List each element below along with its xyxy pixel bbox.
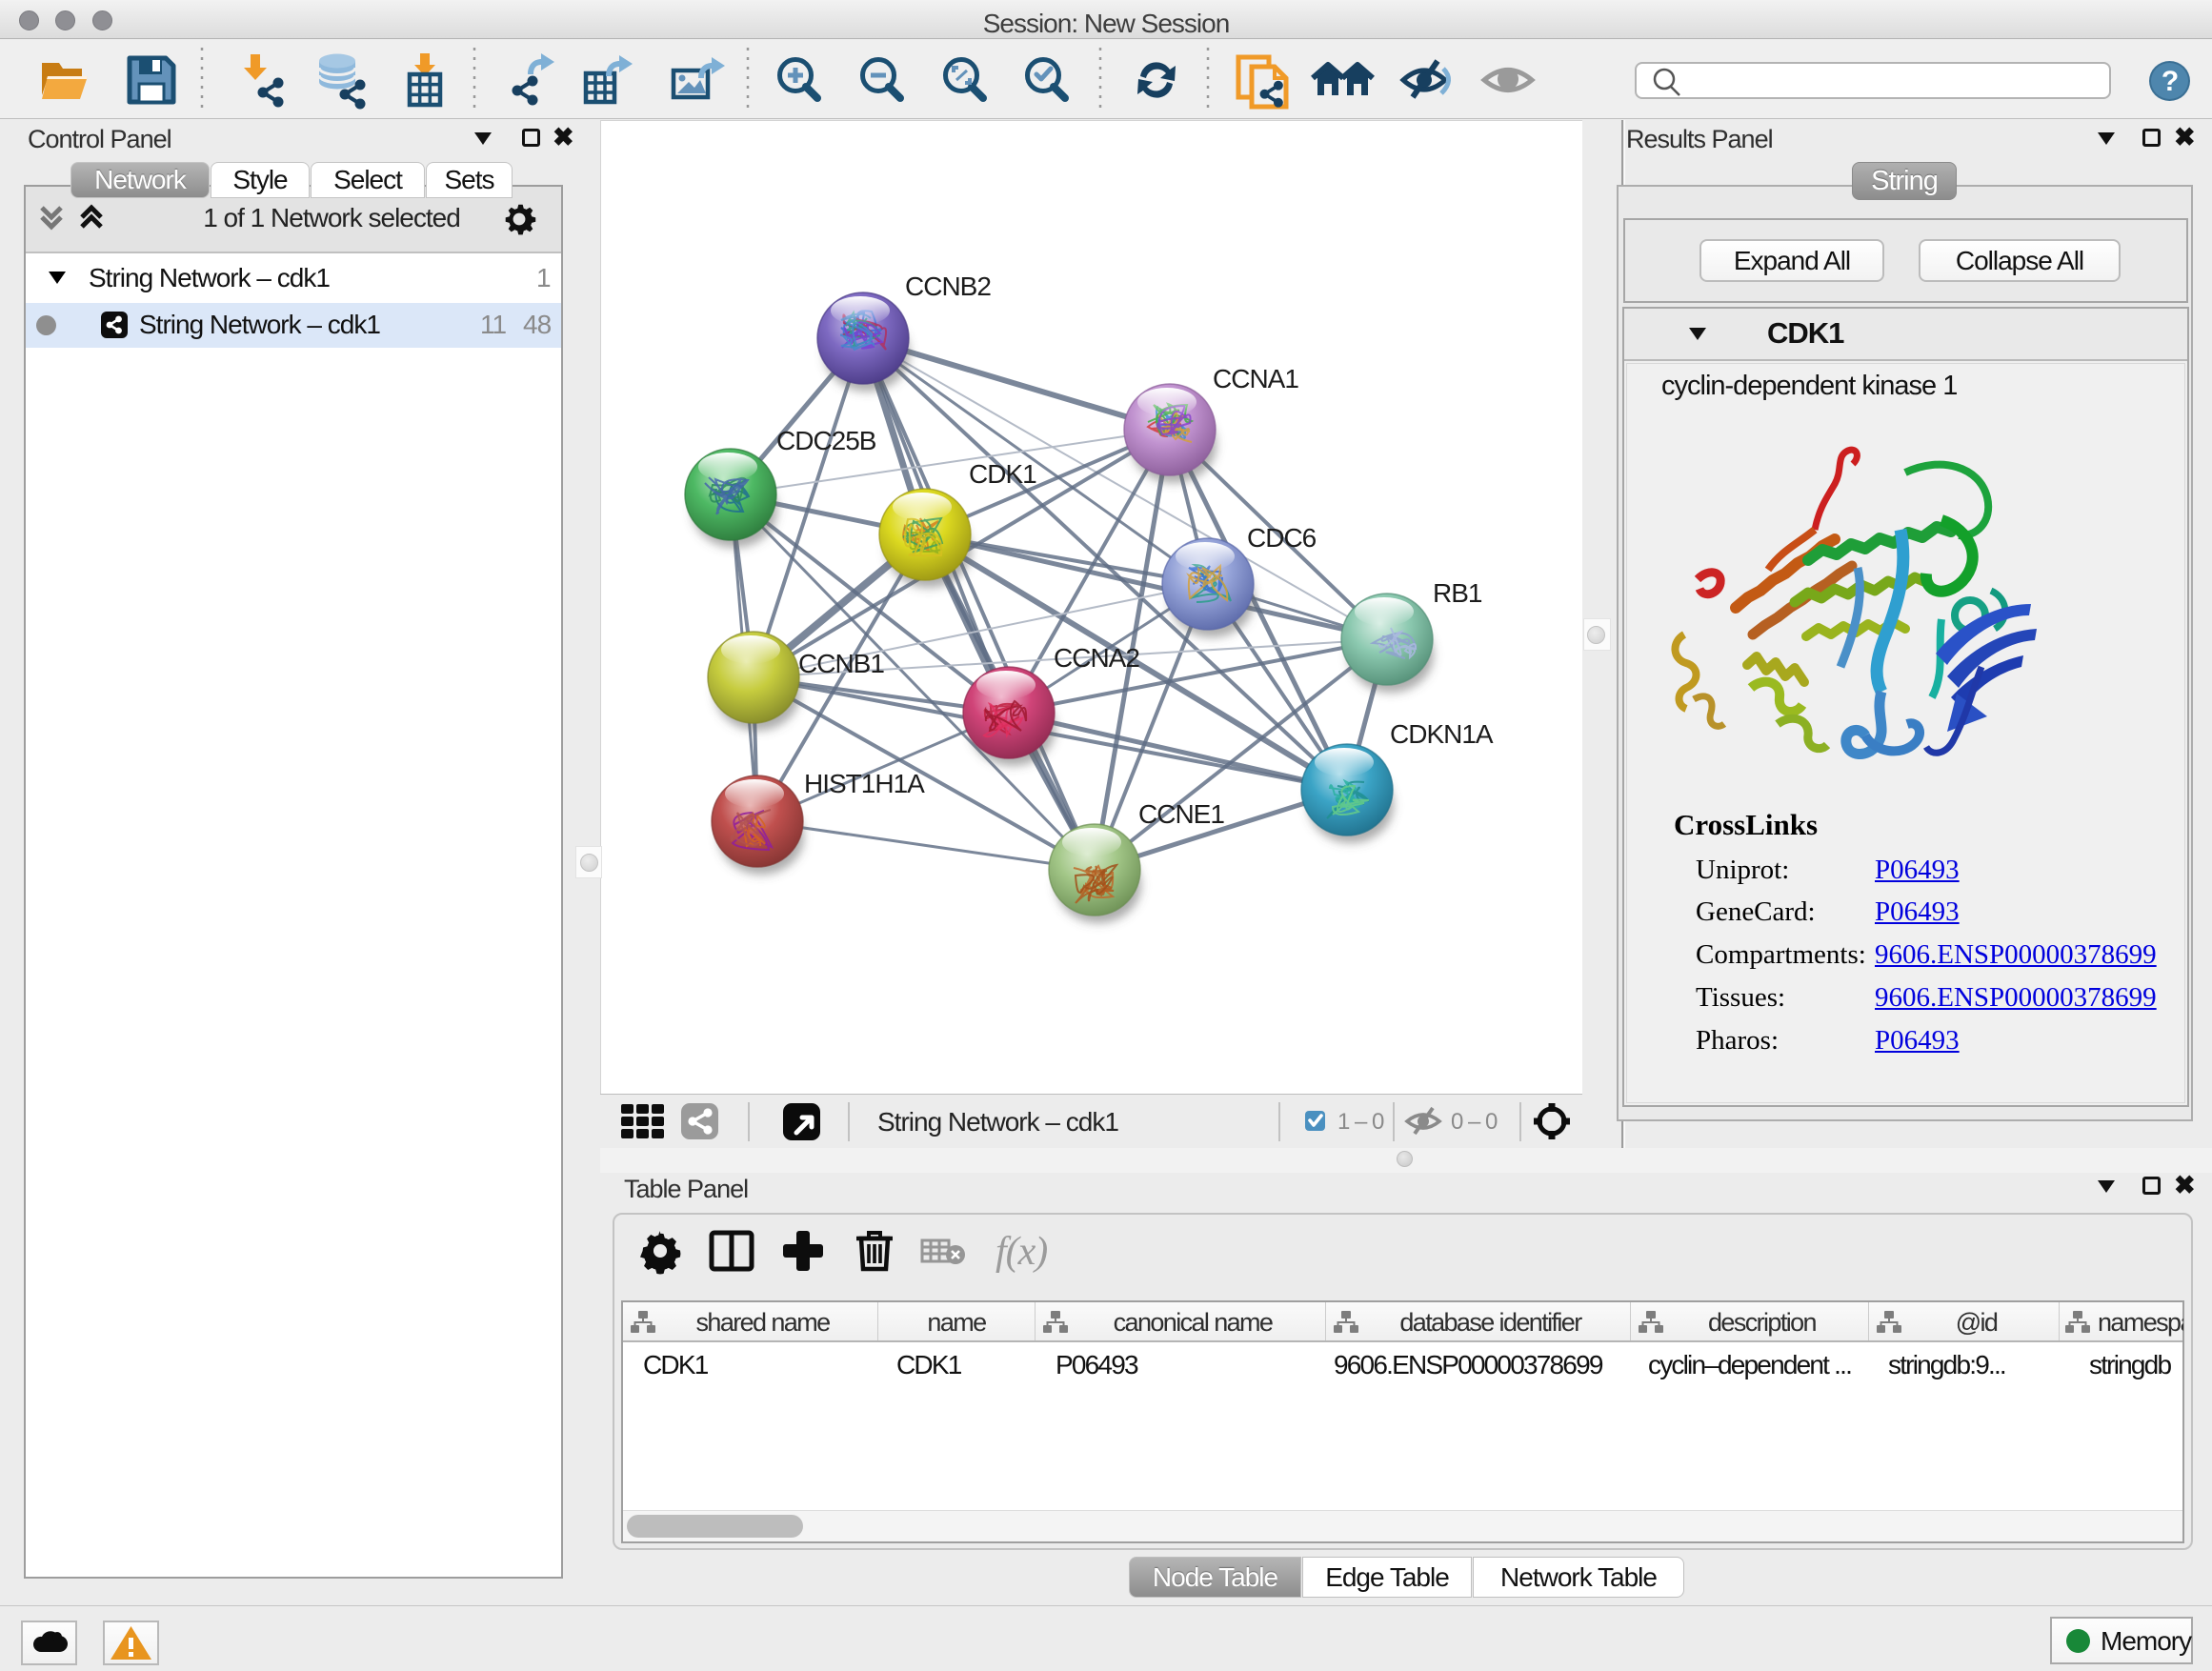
svg-text:CDC6: CDC6 bbox=[1247, 523, 1317, 553]
svg-text:CCNE1: CCNE1 bbox=[1138, 799, 1224, 829]
svg-text:CDK1: CDK1 bbox=[969, 459, 1036, 489]
svg-text:String Network – cdk1: String Network – cdk1 bbox=[877, 1107, 1118, 1137]
svg-text:1 – 0: 1 – 0 bbox=[1337, 1109, 1384, 1135]
svg-text:CCNB1: CCNB1 bbox=[798, 649, 884, 678]
svg-text:CDC25B: CDC25B bbox=[776, 426, 876, 455]
svg-text:HIST1H1A: HIST1H1A bbox=[804, 769, 925, 798]
svg-text:f(x): f(x) bbox=[995, 1230, 1047, 1274]
svg-text:CCNA2: CCNA2 bbox=[1054, 643, 1139, 673]
svg-text:RB1: RB1 bbox=[1433, 578, 1482, 608]
svg-text:0 – 0: 0 – 0 bbox=[1451, 1109, 1498, 1135]
svg-text:CCNB2: CCNB2 bbox=[905, 272, 991, 301]
svg-text:CCNA1: CCNA1 bbox=[1213, 364, 1298, 393]
svg-text:CDKN1A: CDKN1A bbox=[1390, 719, 1494, 749]
